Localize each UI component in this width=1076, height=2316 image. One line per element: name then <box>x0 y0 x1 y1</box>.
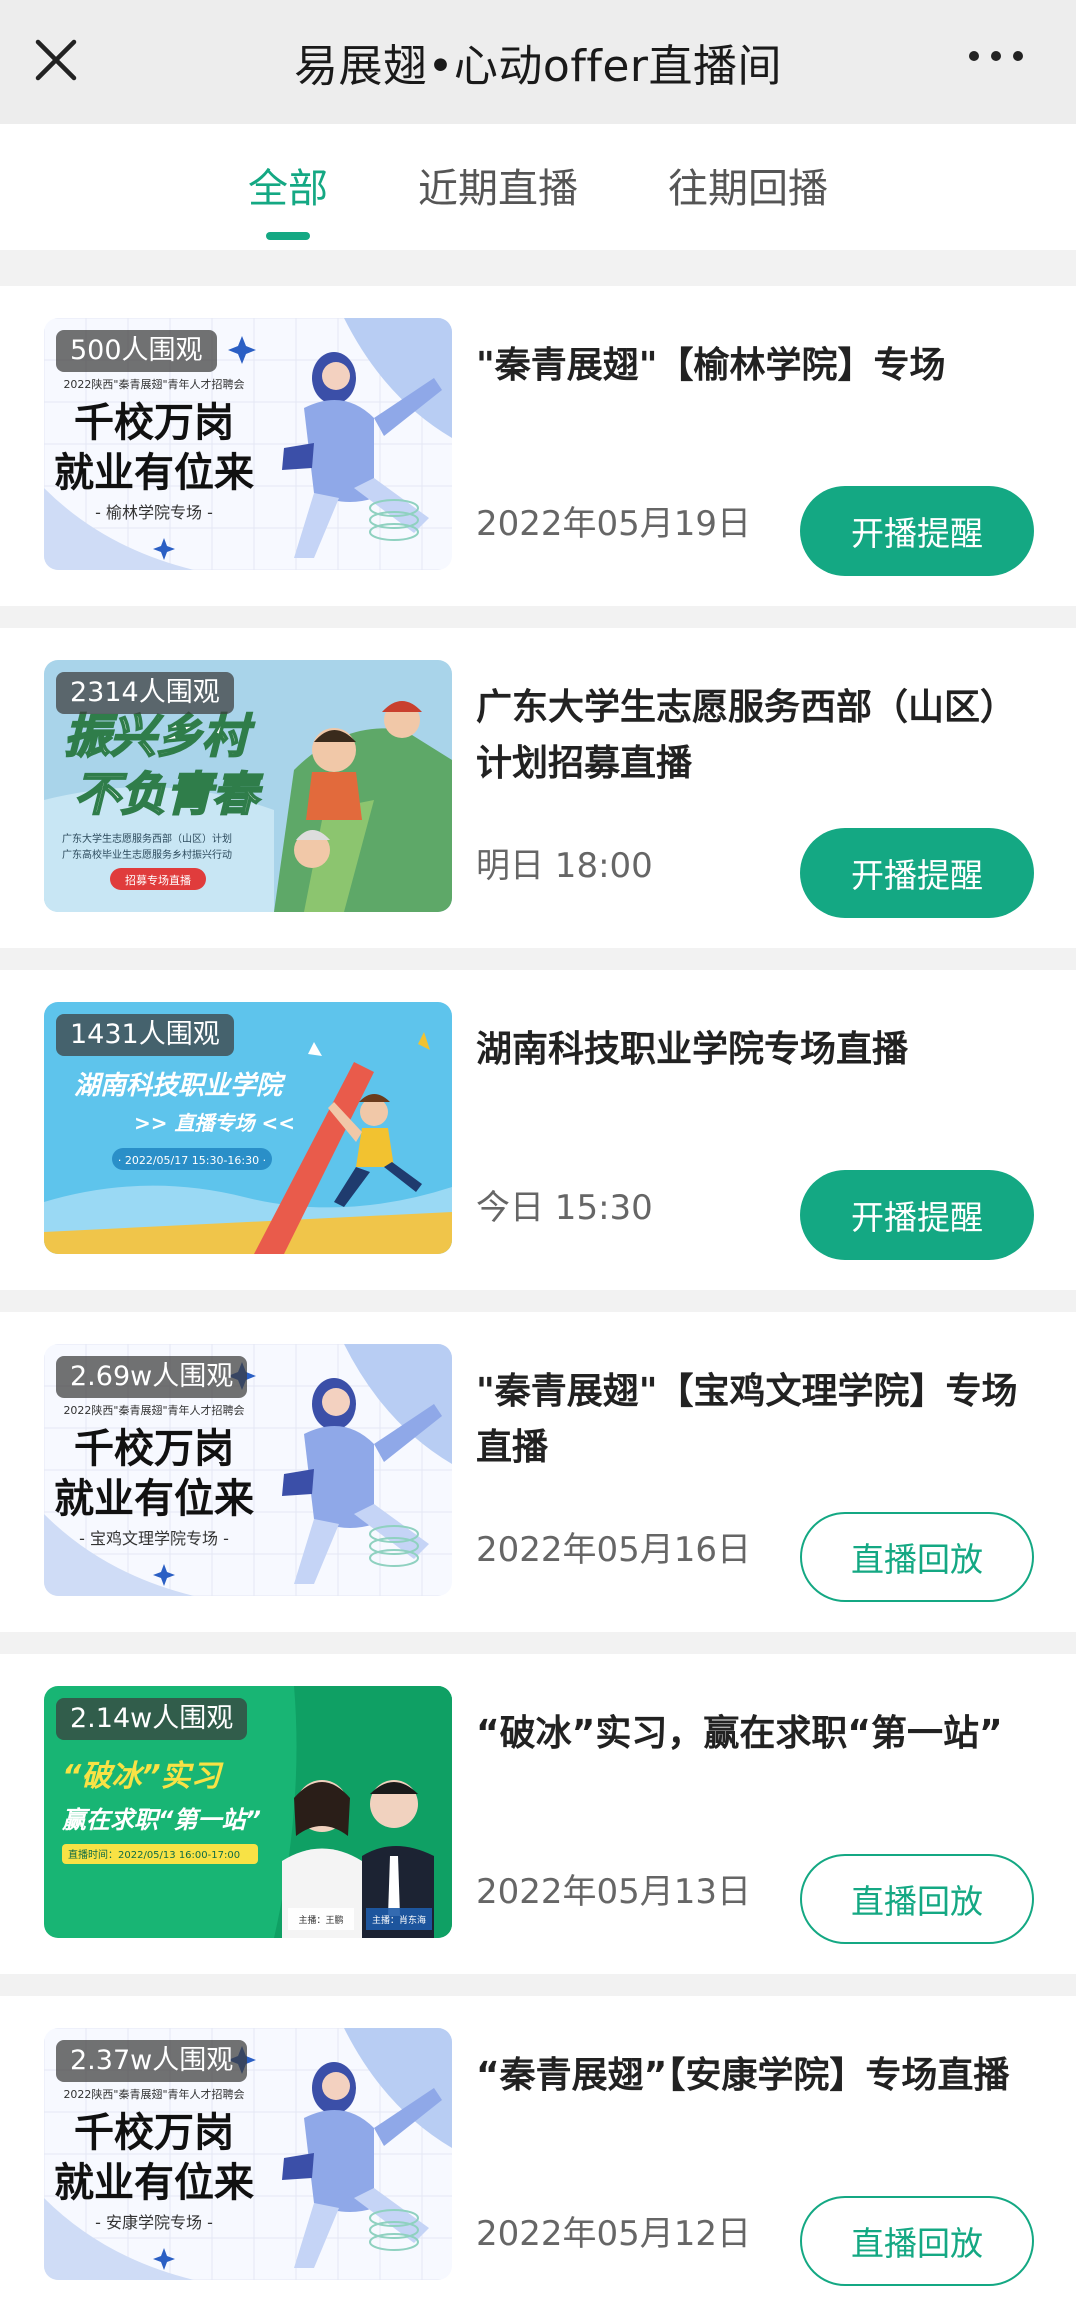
live-title[interactable]: 广东大学生志愿服务西部（山区）计划招募直播 <box>476 680 1036 792</box>
replay-button[interactable]: 直播回放 <box>800 1854 1034 1944</box>
host1-label: 主播：王鹏 <box>298 1914 343 1926</box>
poster-sub: - 安康学院专场 - <box>95 2213 213 2232</box>
live-card[interactable]: 振兴乡村 不负青春 广东大学生志愿服务西部（山区）计划 广东高校毕业生志愿服务乡… <box>0 628 1076 948</box>
poster-sub: - 榆林学院专场 - <box>95 503 213 522</box>
live-date: 今日 15:30 <box>476 1188 653 1228</box>
live-date: 2022年05月13日 <box>476 1872 752 1912</box>
poster-line2: 就业有位来 <box>54 450 254 496</box>
live-thumbnail[interactable]: “破冰”实习 赢在求职“第一站” 直播时间：2022/05/13 16:00-1… <box>44 1686 452 1938</box>
tab-bar: 全部 近期直播 往期回播 <box>0 124 1076 250</box>
poster-banner: 2022陕西"秦青展翅"青年人才招聘会 <box>63 1403 244 1417</box>
title-bar: 易展翅•心动offer直播间 <box>0 0 1076 124</box>
poster-sub: 直播时间：2022/05/13 16:00-17:00 <box>68 1848 240 1861</box>
view-count-badge: 500人围观 <box>56 330 217 372</box>
live-card[interactable]: 2022陕西"秦青展翅"青年人才招聘会 千校万岗 就业有位来 - 榆林学院专场 … <box>0 286 1076 606</box>
live-date: 2022年05月16日 <box>476 1530 752 1570</box>
live-card[interactable]: 2022陕西"秦青展翅"青年人才招聘会 千校万岗 就业有位来 - 宝鸡文理学院专… <box>0 1312 1076 1632</box>
replay-button[interactable]: 直播回放 <box>800 1512 1034 1602</box>
live-date: 明日 18:00 <box>476 846 653 886</box>
remind-button[interactable]: 开播提醒 <box>800 828 1034 918</box>
view-count-badge: 2314人围观 <box>56 672 234 714</box>
view-count-badge: 2.14w人围观 <box>56 1698 248 1740</box>
poster-line1: 振兴乡村 <box>64 709 255 763</box>
tab-indicator <box>266 232 310 240</box>
live-title[interactable]: "秦青展翅"【榆林学院】专场 <box>476 338 1036 394</box>
view-count-badge: 1431人围观 <box>56 1014 234 1056</box>
poster-line1: 千校万岗 <box>74 2110 234 2156</box>
live-thumbnail[interactable]: 2022陕西"秦青展翅"青年人才招聘会 千校万岗 就业有位来 - 宝鸡文理学院专… <box>44 1344 452 1596</box>
live-title[interactable]: 湖南科技职业学院专场直播 <box>476 1022 1036 1078</box>
replay-button[interactable]: 直播回放 <box>800 2196 1034 2286</box>
live-card[interactable]: “破冰”实习 赢在求职“第一站” 直播时间：2022/05/13 16:00-1… <box>0 1654 1076 1974</box>
tab-recent-live[interactable]: 近期直播 <box>418 124 578 250</box>
live-date: 2022年05月12日 <box>476 2214 752 2254</box>
remind-button[interactable]: 开播提醒 <box>800 486 1034 576</box>
tab-all[interactable]: 全部 <box>248 124 328 250</box>
host2-label: 主播：肖东海 <box>372 1914 426 1926</box>
live-title[interactable]: "秦青展翅"【宝鸡文理学院】专场直播 <box>476 1364 1036 1476</box>
live-thumbnail[interactable]: 2022陕西"秦青展翅"青年人才招聘会 千校万岗 就业有位来 - 安康学院专场 … <box>44 2028 452 2280</box>
poster-line2: 赢在求职“第一站” <box>61 1806 261 1834</box>
live-title[interactable]: “破冰”实习，赢在求职“第一站” <box>476 1706 1036 1762</box>
poster-tag: 招募专场直播 <box>125 873 191 887</box>
tab-past-replay[interactable]: 往期回播 <box>668 124 828 250</box>
view-count-badge: 2.69w人围观 <box>56 1356 248 1398</box>
page-title: 易展翅•心动offer直播间 <box>293 41 782 92</box>
view-count-badge: 2.37w人围观 <box>56 2040 248 2082</box>
live-date: 2022年05月19日 <box>476 504 752 544</box>
live-thumbnail[interactable]: 湖南科技职业学院 >> 直播专场 << · 2022/05/17 15:30-1… <box>44 1002 452 1254</box>
more-icon[interactable] <box>966 44 1026 68</box>
poster-sub: - 宝鸡文理学院专场 - <box>79 1529 229 1548</box>
live-thumbnail[interactable]: 振兴乡村 不负青春 广东大学生志愿服务西部（山区）计划 广东高校毕业生志愿服务乡… <box>44 660 452 912</box>
poster-line2: 就业有位来 <box>54 2160 254 2206</box>
poster-banner: 2022陕西"秦青展翅"青年人才招聘会 <box>63 2087 244 2101</box>
live-card[interactable]: 2022陕西"秦青展翅"青年人才招聘会 千校万岗 就业有位来 - 安康学院专场 … <box>0 1996 1076 2316</box>
poster-line1: 千校万岗 <box>74 1426 234 1472</box>
poster-line1: 千校万岗 <box>74 400 234 446</box>
poster-line1: “破冰”实习 <box>62 1759 225 1794</box>
live-card[interactable]: 湖南科技职业学院 >> 直播专场 << · 2022/05/17 15:30-1… <box>0 970 1076 1290</box>
poster-line2: 不负青春 <box>74 767 263 821</box>
poster-sub2: 广东高校毕业生志愿服务乡村振兴行动 <box>62 848 232 861</box>
poster-line2: >> 直播专场 << <box>134 1111 295 1135</box>
poster-line2: 就业有位来 <box>54 1476 254 1522</box>
poster-sub1: 广东大学生志愿服务西部（山区）计划 <box>62 832 232 845</box>
poster-sub: · 2022/05/17 15:30-16:30 · <box>118 1154 266 1167</box>
live-title[interactable]: “秦青展翅”【安康学院】专场直播 <box>476 2048 1036 2104</box>
poster-line1: 湖南科技职业学院 <box>74 1071 286 1101</box>
live-thumbnail[interactable]: 2022陕西"秦青展翅"青年人才招聘会 千校万岗 就业有位来 - 榆林学院专场 … <box>44 318 452 570</box>
poster-banner: 2022陕西"秦青展翅"青年人才招聘会 <box>63 377 244 391</box>
remind-button[interactable]: 开播提醒 <box>800 1170 1034 1260</box>
close-icon[interactable] <box>30 28 82 88</box>
